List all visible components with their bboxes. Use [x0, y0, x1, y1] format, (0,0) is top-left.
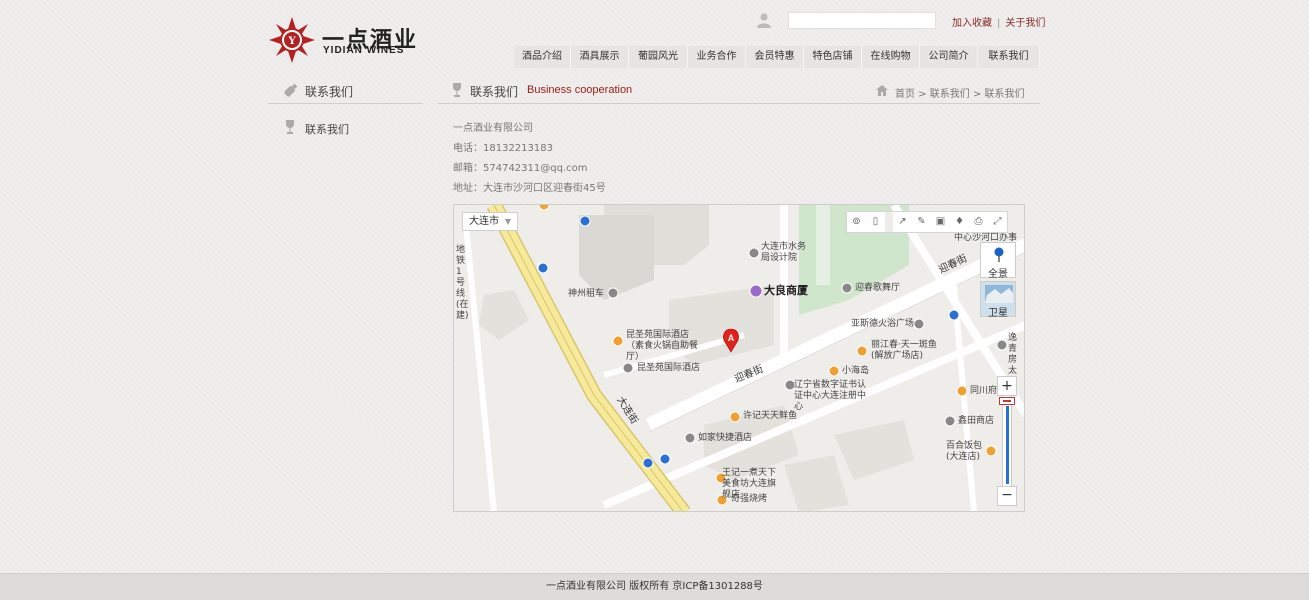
- home-icon: [876, 85, 888, 96]
- top-links: 加入收藏 | 关于我们: [952, 18, 1046, 29]
- nav-item-business[interactable]: 业务合作: [688, 46, 746, 68]
- map-zoom-in-button[interactable]: +: [997, 376, 1017, 396]
- map-area-icon[interactable]: ▣: [931, 212, 950, 232]
- map-pin-icon[interactable]: ♦: [950, 212, 969, 232]
- map-label-lijiang: 丽江春·天一斑鱼(解放广场店): [871, 340, 937, 361]
- map-zoom-slider[interactable]: [1002, 396, 1012, 486]
- nav-item-member[interactable]: 会员特惠: [746, 46, 804, 68]
- map-satellite-button[interactable]: 卫星: [980, 281, 1016, 319]
- page-title: 联系我们: [470, 85, 519, 99]
- chevron-down-icon: ▼: [504, 217, 511, 226]
- main-divider: [438, 103, 1040, 104]
- nav-item-shops[interactable]: 特色店铺: [804, 46, 862, 68]
- company-name: 一点酒业有限公司: [453, 123, 533, 134]
- phone-text: 电话：18132213183: [453, 143, 553, 154]
- map-label-shenzhou: 神州租车: [568, 289, 605, 299]
- nav-item-wine-intro[interactable]: 酒品介绍: [514, 46, 571, 68]
- main-nav: 酒品介绍 酒具展示 葡园风光 业务合作 会员特惠 特色店铺 在线购物 公司简介 …: [514, 46, 1040, 68]
- sidebar-title: 联系我们: [305, 85, 354, 99]
- search-input[interactable]: [788, 12, 936, 29]
- map-panorama-button[interactable]: 全景: [980, 242, 1016, 280]
- map-label-rujia: 如家快捷酒店: [698, 433, 753, 443]
- map-ruler-icon[interactable]: ▯: [866, 212, 885, 232]
- map-label-kunsheng-restaurant: 昆圣苑国际酒店（素食火锅自助餐厅）: [626, 330, 699, 362]
- map-label-tongchuan: 同川府: [970, 386, 998, 396]
- satellite-icon: [985, 285, 1013, 303]
- email-text: 邮箱：574742311@qq.com: [453, 163, 588, 174]
- map-measure-icon[interactable]: ✎: [912, 212, 931, 232]
- map-label-baihe: 百合饭包(大连店): [946, 441, 983, 462]
- map-label-metro: 地铁1号线(在建): [456, 245, 469, 321]
- nav-item-vineyard[interactable]: 葡园风光: [629, 46, 688, 68]
- nav-item-company[interactable]: 公司简介: [920, 46, 978, 68]
- wine-glass-icon: [453, 83, 461, 97]
- svg-text:Y: Y: [287, 36, 296, 47]
- add-favorite-link[interactable]: 加入收藏: [952, 18, 992, 29]
- nav-item-contact[interactable]: 联系我们: [978, 46, 1040, 68]
- nav-item-online-shop[interactable]: 在线购物: [862, 46, 920, 68]
- brand-name-en: YIDIAN WINES: [323, 45, 405, 56]
- location-pin-icon: [994, 247, 1004, 262]
- map-city-select[interactable]: 大连市 ▼: [462, 212, 518, 231]
- address-text: 地址：大连市沙河口区迎春街45号: [453, 183, 606, 194]
- map-search-icon[interactable]: ⊚: [847, 212, 866, 232]
- page-subtitle: Business cooperation: [527, 84, 633, 96]
- bottle-icon: [284, 83, 298, 97]
- map-share-icon[interactable]: ↗: [893, 212, 912, 232]
- breadcrumb: 首页 > 联系我们 > 联系我们: [895, 89, 1025, 100]
- map-label-qiqiang: 奇强烧烤: [731, 494, 768, 504]
- wine-glass-icon: [286, 120, 294, 134]
- user-icon[interactable]: [756, 12, 772, 28]
- map-zoom-handle[interactable]: [999, 397, 1015, 405]
- map-zoom-out-button[interactable]: −: [997, 486, 1017, 506]
- location-map[interactable]: A 地铁1号线(在建) 大连市水务局设计院 神州租车 大良商厦 迎春歌舞厅 昆圣…: [453, 204, 1025, 512]
- map-toolbar: ⊚ ▯ ↗ ✎ ▣ ♦ ⎙ ⤢: [846, 211, 1008, 233]
- map-label-xiaohaidao: 小海岛: [842, 366, 870, 376]
- footer: 一点酒业有限公司 版权所有 京ICP备1301288号: [0, 573, 1309, 600]
- map-label-yingchun-dance: 迎春歌舞厅: [855, 283, 901, 293]
- map-label-daliang: 大良商厦: [764, 284, 808, 297]
- svg-text:A: A: [728, 333, 735, 343]
- map-label-kunsheng-hotel: 昆圣苑国际酒店: [637, 363, 701, 373]
- about-us-link[interactable]: 关于我们: [1005, 18, 1045, 29]
- map-label-xintian: 鑫田商店: [958, 416, 995, 426]
- map-label-yasi: 亚斯德火浴广场: [851, 319, 915, 329]
- map-label-liaoning-cert: 辽宁省数字证书认证中心大连注册中心: [794, 380, 867, 412]
- sidebar-divider: [268, 103, 423, 104]
- map-fullscreen-icon[interactable]: ⤢: [988, 212, 1007, 232]
- map-label-water-bureau: 大连市水务局设计院: [761, 242, 807, 263]
- map-label-xuji: 许记天天鲜鱼: [743, 411, 798, 421]
- map-print-icon[interactable]: ⎙: [969, 212, 988, 232]
- sidebar-item-contact[interactable]: 联系我们: [305, 121, 349, 137]
- nav-item-wineware[interactable]: 酒具展示: [571, 46, 629, 68]
- map-label-yishang: 逸青房太: [1008, 333, 1018, 376]
